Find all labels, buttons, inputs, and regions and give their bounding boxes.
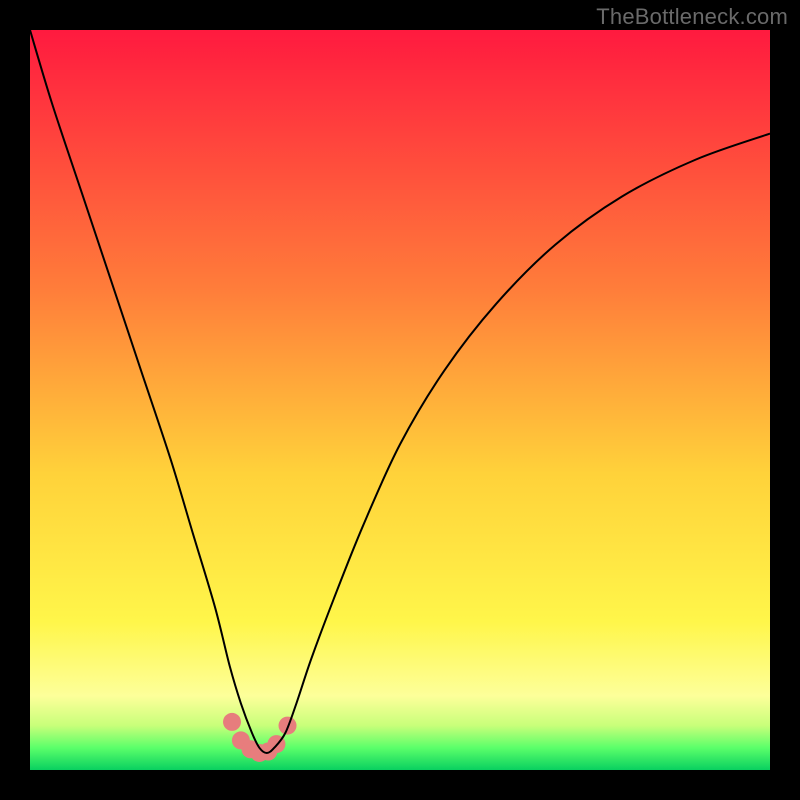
- watermark-text: TheBottleneck.com: [596, 4, 788, 30]
- chart-svg: [30, 30, 770, 770]
- curve-line: [30, 30, 770, 753]
- chart-frame: TheBottleneck.com: [0, 0, 800, 800]
- marker-band: [223, 713, 296, 762]
- plot-area: [30, 30, 770, 770]
- marker-dot: [223, 713, 241, 731]
